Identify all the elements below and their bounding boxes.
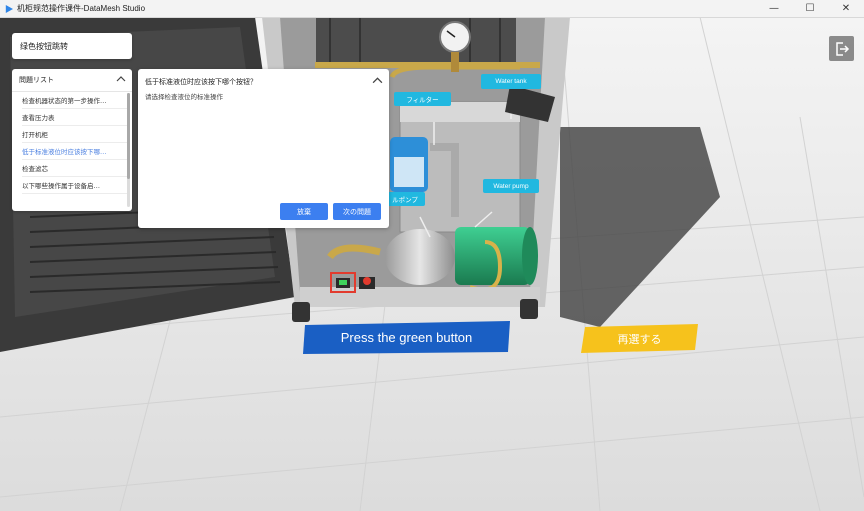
tag-filter: フィルター bbox=[394, 92, 451, 106]
dialog-title: 低于标准液位时应该按下哪个按钮？ bbox=[145, 78, 257, 86]
question-item[interactable]: 查看压力表 bbox=[22, 109, 127, 126]
minimize-button[interactable]: — bbox=[756, 0, 792, 17]
maximize-button[interactable]: ☐ bbox=[792, 0, 828, 17]
question-item[interactable]: 以下哪些操作属于设备启… bbox=[22, 177, 127, 194]
chevron-up-icon[interactable] bbox=[372, 75, 383, 86]
question-dialog: 低于标准液位时应该按下哪个按钮？ 请选择检查液位的标准操作 放棄 次の問題 bbox=[138, 69, 389, 228]
question-item[interactable]: 检查机器状态的第一步操作… bbox=[22, 92, 127, 109]
exit-button[interactable] bbox=[829, 36, 854, 61]
question-list-panel: 問題リスト 检查机器状态的第一步操作… 查看压力表 打开机柜 低于标准液位时应该… bbox=[12, 69, 132, 211]
retry-button-label: 再選する bbox=[617, 333, 662, 346]
window-title: 机柜规范操作课件-DataMesh Studio bbox=[17, 4, 146, 13]
tag-pump: ルポンプ bbox=[385, 192, 425, 206]
tag-water-tank: Water tank bbox=[481, 74, 541, 89]
close-button[interactable]: ✕ bbox=[828, 0, 864, 17]
next-question-button[interactable]: 次の問題 bbox=[333, 203, 381, 220]
question-list-header[interactable]: 問題リスト bbox=[12, 69, 132, 92]
exit-door-icon bbox=[835, 41, 849, 56]
green-button-jump[interactable]: 绿色按钮跳转 bbox=[12, 33, 132, 59]
press-green-button-prompt[interactable]: Press the green button bbox=[303, 321, 510, 354]
retry-button[interactable]: 再選する bbox=[581, 324, 698, 353]
app-icon bbox=[5, 4, 13, 13]
question-item[interactable]: 检查滤芯 bbox=[22, 160, 127, 177]
question-item-active[interactable]: 低于标准液位时应该按下哪… bbox=[22, 143, 127, 160]
window-titlebar: 机柜规范操作课件-DataMesh Studio — ☐ ✕ bbox=[0, 0, 864, 18]
dialog-hint: 请选择检查液位的标准操作 bbox=[145, 93, 223, 101]
question-list-title: 問題リスト bbox=[19, 76, 54, 84]
question-item[interactable]: 打开机柜 bbox=[22, 126, 127, 143]
give-up-button[interactable]: 放棄 bbox=[280, 203, 328, 220]
scrollbar-thumb[interactable] bbox=[127, 93, 130, 179]
press-button-label: Press the green button bbox=[340, 330, 473, 345]
chevron-up-icon[interactable] bbox=[116, 74, 126, 84]
tag-water-pump: Water pump bbox=[483, 179, 539, 193]
